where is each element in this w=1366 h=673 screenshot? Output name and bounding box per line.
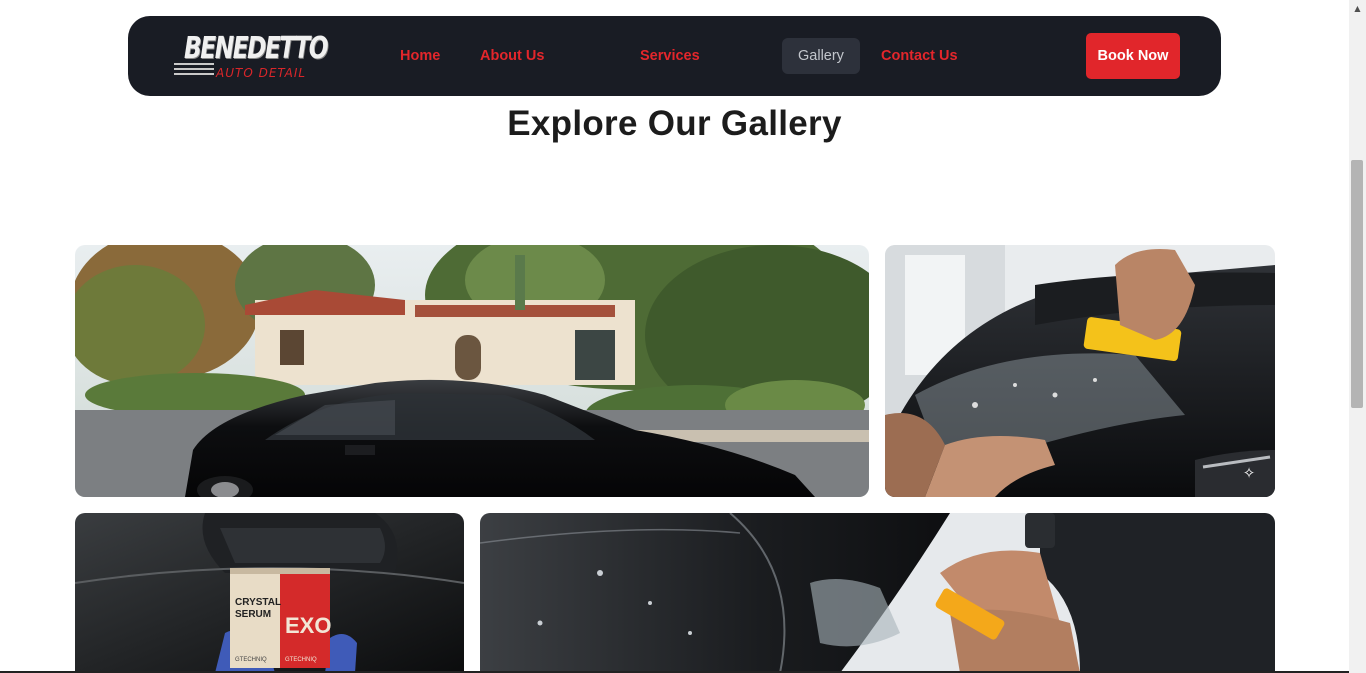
- box-brand-left: GTECHNIQ: [235, 657, 267, 663]
- nav-gallery[interactable]: Gallery: [782, 38, 860, 74]
- box-brand-right: GTECHNIQ: [285, 657, 317, 663]
- book-now-button[interactable]: Book Now: [1086, 33, 1180, 79]
- magic-wand-icon[interactable]: ✧: [1239, 463, 1259, 483]
- crystal-serum-photo: CRYSTAL SERUM EXO GTECHNIQ GTECHNIQ: [75, 513, 464, 673]
- brand-name: BENEDETTO: [184, 31, 329, 66]
- gallery-image-film-squeegee[interactable]: [480, 513, 1275, 673]
- page-title: Explore Our Gallery: [507, 104, 842, 143]
- brand-tagline: AUTO DETAIL: [216, 66, 307, 80]
- nav-contact-us[interactable]: Contact Us: [865, 38, 974, 74]
- box-label-serum: SERUM: [235, 609, 271, 620]
- navbar: BENEDETTO AUTO DETAIL Home About Us Serv…: [128, 16, 1221, 96]
- scrollbar[interactable]: ▲: [1349, 0, 1366, 673]
- nav-services[interactable]: Services: [624, 38, 716, 74]
- film-install-photo: [885, 245, 1275, 497]
- box-label-crystal: CRYSTAL: [235, 597, 281, 608]
- nav-home[interactable]: Home: [384, 38, 456, 74]
- gallery-image-crystal-serum[interactable]: CRYSTAL SERUM EXO GTECHNIQ GTECHNIQ: [75, 513, 464, 673]
- sedan-photo: [75, 245, 869, 497]
- scrollbar-thumb[interactable]: [1351, 160, 1363, 408]
- box-logo-exo: EXO: [285, 613, 331, 638]
- gallery-image-sedan[interactable]: [75, 245, 869, 497]
- film-squeegee-photo: [480, 513, 1275, 673]
- gallery-image-film-install[interactable]: ✧: [885, 245, 1275, 497]
- arrow-up-icon[interactable]: ▲: [1349, 0, 1366, 17]
- nav-about-us[interactable]: About Us: [464, 38, 560, 74]
- brand-logo[interactable]: BENEDETTO AUTO DETAIL: [174, 29, 329, 83]
